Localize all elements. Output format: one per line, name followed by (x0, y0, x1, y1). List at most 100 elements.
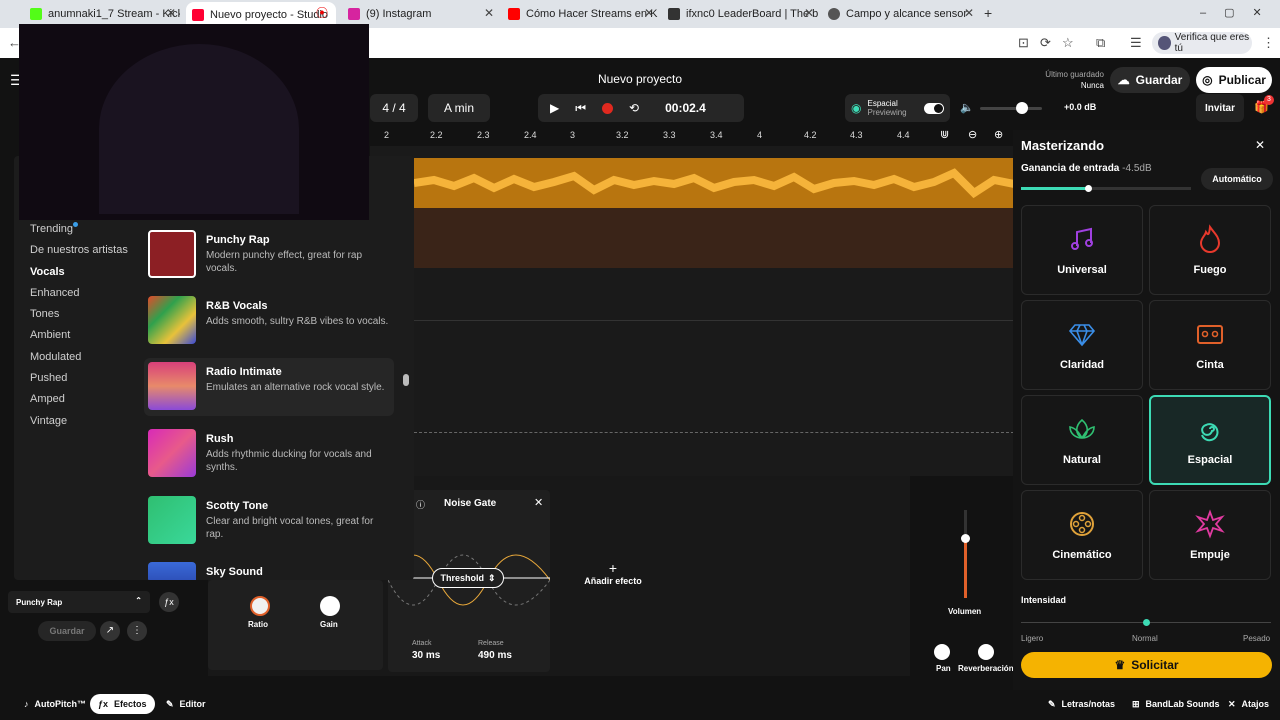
key-selector[interactable]: A min (428, 94, 490, 122)
track-area[interactable] (370, 146, 1015, 476)
zoom-in-icon[interactable]: ⊕ (994, 128, 1003, 141)
mastering-card-cinematico[interactable]: Cinemático (1021, 490, 1143, 580)
browser-tab[interactable]: Cómo Hacer Streams en Kick (C✕ (508, 4, 658, 24)
close-icon[interactable]: ✕ (964, 6, 974, 20)
category-pushed[interactable]: Pushed (30, 372, 67, 384)
window-controls[interactable]: –▢✕ (1200, 6, 1280, 19)
preset-item[interactable]: Sky Sound (144, 558, 394, 580)
close-icon[interactable]: ✕ (1255, 138, 1265, 152)
category-artists[interactable]: De nuestros artistas (30, 244, 128, 256)
chevron-up-icon: ⌃ (135, 596, 142, 605)
mastering-card-espacial-selected[interactable]: Espacial (1149, 395, 1271, 485)
preset-item[interactable]: Punchy Rap Modern punchy effect, great fo… (144, 226, 394, 284)
category-vocals-active[interactable]: Vocals (30, 266, 65, 278)
preview-toggle[interactable] (924, 102, 944, 114)
mastering-label: Espacial (867, 99, 898, 108)
mastering-card-universal[interactable]: Universal (1021, 205, 1143, 295)
verify-button[interactable]: Verifica que eres tú (1152, 32, 1252, 54)
track-lane[interactable] (414, 208, 1014, 268)
add-effect-button[interactable]: + Añadir efecto (578, 560, 648, 586)
master-volume-slider[interactable] (980, 102, 1042, 114)
play-icon[interactable]: ▶ (550, 101, 559, 115)
kebab-menu-icon[interactable]: ⋮ (1262, 35, 1275, 51)
category-modulated[interactable]: Modulated (30, 351, 81, 363)
browser-tab[interactable]: ifxnc0 LeaderBoard | The best✕ (668, 4, 818, 24)
mastering-card-claridad[interactable]: Claridad (1021, 300, 1143, 390)
volume-fader[interactable] (961, 510, 970, 598)
save-preset-button[interactable]: Guardar (38, 621, 96, 641)
attack-value[interactable]: 30 ms (412, 650, 440, 661)
share-icon[interactable]: ↗ (100, 621, 120, 641)
preset-item[interactable]: Scotty Tone Clear and bright vocal tones,… (144, 492, 394, 550)
more-icon[interactable]: ⋮ (127, 621, 147, 641)
effects-tab-active[interactable]: ƒx Efectos (90, 694, 155, 714)
project-title[interactable]: Nuevo proyecto (540, 72, 740, 86)
browser-tab[interactable]: anumnaki1_7 Stream - Kick Das✕ (30, 4, 180, 24)
time-signature[interactable]: 4 / 4 (370, 94, 418, 122)
mastering-card-natural[interactable]: Natural (1021, 395, 1143, 485)
save-label: Guardar (1135, 73, 1183, 87)
tab-title: Cómo Hacer Streams en Kick (C (526, 8, 658, 20)
invite-button[interactable]: Invitar (1196, 94, 1244, 122)
category-amped[interactable]: Amped (30, 393, 65, 405)
close-icon[interactable]: ✕ (804, 6, 814, 20)
new-tab-icon[interactable]: + (984, 5, 992, 21)
bookmark-star-icon[interactable]: ☆ (1062, 35, 1074, 51)
close-icon[interactable]: ✕ (644, 6, 654, 20)
auto-button[interactable]: Automático (1201, 168, 1273, 190)
skip-back-icon[interactable]: ⏮ (575, 101, 586, 116)
updown-icon: ⇕ (487, 572, 496, 583)
category-trending[interactable]: Trending (30, 223, 73, 235)
intensity-slider[interactable] (1021, 619, 1271, 626)
zoom-out-icon[interactable]: ⊖ (968, 128, 977, 141)
mastering-card-empuje[interactable]: Empuje (1149, 490, 1271, 580)
editor-tab[interactable]: ✎ Editor (158, 694, 214, 714)
shortcuts-button[interactable]: ✕ Atajos (1220, 694, 1277, 714)
intensity-normal: Normal (1132, 634, 1158, 643)
mastering-preview[interactable]: ◉ Espacial Previewing (845, 94, 950, 122)
category-tones[interactable]: Tones (30, 308, 59, 320)
record-icon[interactable] (602, 102, 614, 114)
reverb-knob[interactable] (978, 644, 994, 660)
snap-icon[interactable]: ⋓ (940, 128, 949, 141)
close-icon[interactable]: ✕ (484, 6, 494, 20)
close-icon[interactable]: ✕ (166, 6, 176, 20)
timeline-ruler[interactable]: 2 2.2 2.3 2.4 3 3.2 3.3 3.4 4 4.2 4.3 4.… (370, 128, 1015, 146)
fx-icon[interactable]: ƒx (159, 592, 179, 612)
publish-button[interactable]: ◎ Publicar (1196, 67, 1272, 93)
burst-icon (1195, 509, 1225, 539)
release-value[interactable]: 490 ms (478, 650, 512, 661)
gain-slider[interactable] (1021, 185, 1191, 192)
threshold-dropdown[interactable]: Threshold ⇕ (432, 568, 504, 588)
category-enhanced[interactable]: Enhanced (30, 287, 80, 299)
scrollbar[interactable] (403, 196, 409, 574)
menu-list-icon[interactable]: ☰ (1130, 35, 1142, 51)
ruler-tick: 3.3 (663, 130, 676, 140)
audio-clip[interactable] (413, 158, 1015, 208)
lyrics-button[interactable]: ✎ Letras/notas (1040, 694, 1123, 714)
ratio-knob[interactable] (250, 596, 270, 616)
preset-item[interactable]: Rush Adds rhythmic ducking for vocals and… (144, 425, 394, 483)
preset-item-hovered[interactable]: Radio Intimate Emulates an alternative ro… (144, 358, 394, 416)
extension-icon[interactable]: ⊡ (1018, 35, 1029, 51)
category-vintage[interactable]: Vintage (30, 415, 67, 427)
puzzle-icon[interactable]: ⧉ (1096, 35, 1105, 51)
browser-tab[interactable]: Campo y alcance sensor ✕ (828, 4, 978, 24)
ruler-tick: 4.3 (850, 130, 863, 140)
save-button[interactable]: ☁ Guardar (1110, 67, 1190, 93)
close-icon[interactable]: ✕ (534, 496, 543, 509)
preset-select[interactable]: Punchy Rap ⌃ (8, 591, 150, 613)
loop-icon[interactable]: ⟲ (629, 101, 639, 115)
browser-tab[interactable]: (9) Instagram ✕ (348, 4, 498, 24)
info-icon[interactable]: ⓘ (416, 498, 425, 511)
request-button[interactable]: ♛ Solicitar (1021, 652, 1272, 678)
mastering-card-fuego[interactable]: Fuego (1149, 205, 1271, 295)
gain-knob[interactable] (320, 596, 340, 616)
refresh-icon[interactable]: ⟳ (1040, 35, 1051, 51)
autopitch-button[interactable]: ♪ AutoPitch™ (16, 694, 94, 714)
bandlab-sounds-button[interactable]: ⊞ BandLab Sounds (1124, 694, 1228, 714)
pan-knob[interactable] (934, 644, 950, 660)
preset-item[interactable]: R&B Vocals Adds smooth, sultry R&B vibes … (144, 292, 394, 350)
category-ambient[interactable]: Ambient (30, 329, 70, 341)
mastering-card-cinta[interactable]: Cinta (1149, 300, 1271, 390)
